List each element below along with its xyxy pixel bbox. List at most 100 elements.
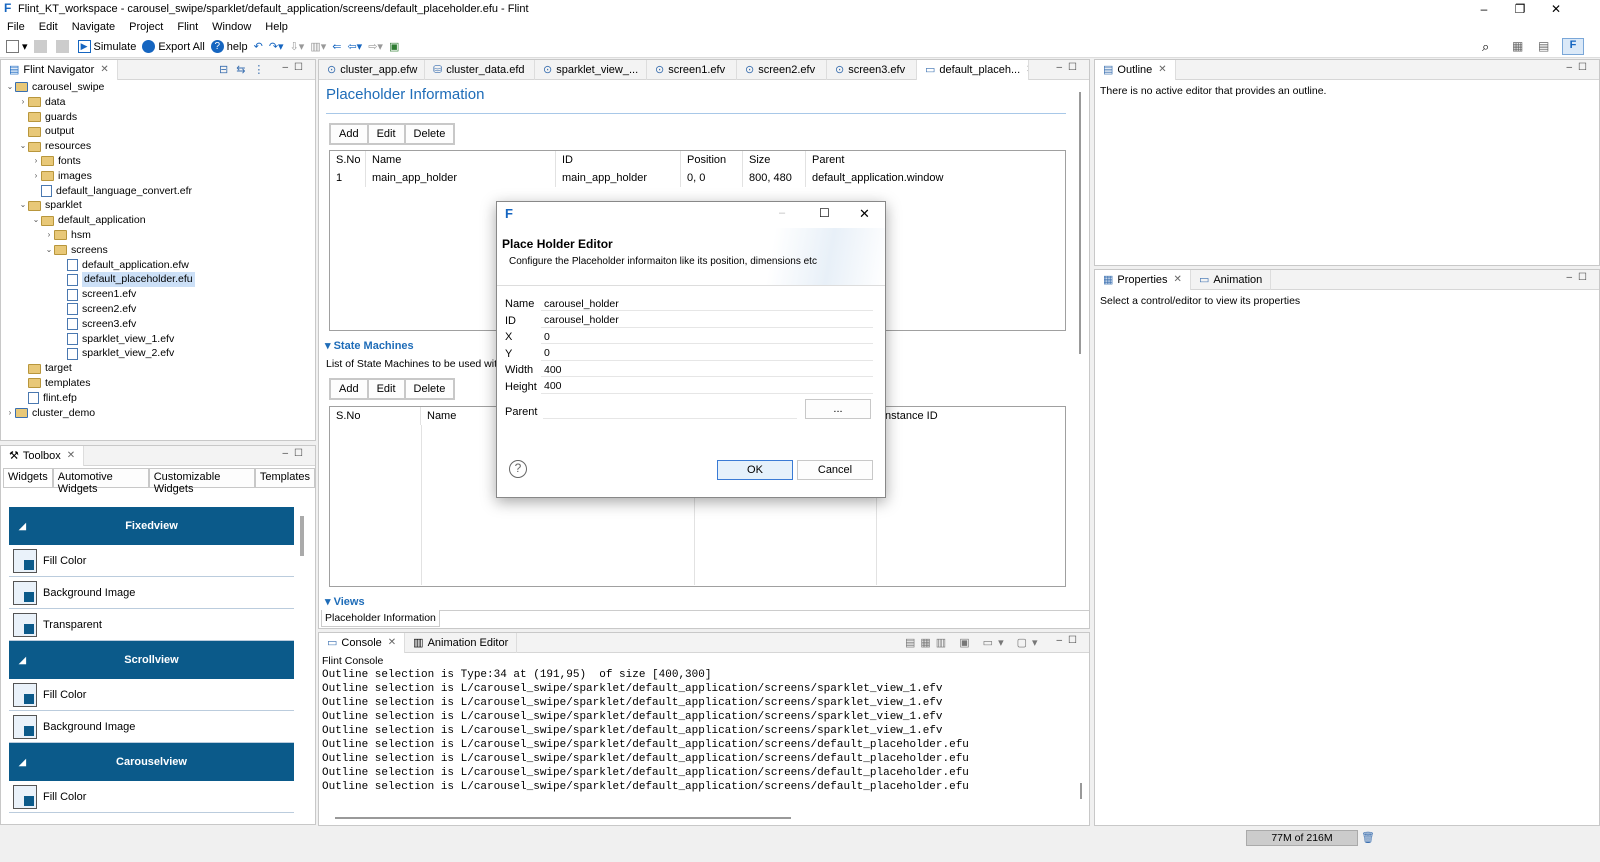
chevron-down-icon[interactable]: ⌄ [31,213,41,228]
state-machines-section[interactable]: ▾ State Machines [325,339,414,352]
toolbox-scrollbar[interactable] [300,516,304,556]
widget-group-header[interactable]: ◢ Fixedview [9,507,294,545]
back-icon[interactable]: ⇦▾ [347,40,362,53]
chevron-down-icon[interactable]: ⌄ [18,139,28,154]
trash-icon[interactable]: 🗑 [1361,831,1375,844]
tab-properties[interactable]: ▦ Properties ✕ [1095,269,1191,290]
tree-item[interactable]: sparklet_view_2.efv [1,346,315,361]
dialog-minimize-button[interactable]: – [779,207,785,219]
editor-tab[interactable]: ⊙ screen3.efv [827,59,917,80]
widget-item[interactable]: Fill Color [9,781,294,813]
tab-toolbox[interactable]: ⚒ Toolbox ✕ [1,445,85,466]
export-all-button[interactable]: Export All [142,40,205,53]
widget-group-header[interactable]: ◢ Scrollview [9,641,294,679]
close-icon[interactable]: ✕ [1158,64,1166,75]
tree-item[interactable]: templates [1,376,315,391]
chevron-right-icon[interactable]: › [18,95,28,110]
chevron-down-icon[interactable]: ⌄ [18,198,28,213]
perspective-icon[interactable]: ▦ [1512,39,1523,53]
open-perspective-icon[interactable]: ▣ [389,40,399,53]
maximize-button[interactable]: ❐ [1502,0,1538,18]
view-minmax[interactable]: –☐ [282,448,309,459]
id-field[interactable]: carousel_holder [541,313,873,328]
tree-item[interactable]: ⌄ carousel_swipe [1,80,315,95]
help-button[interactable]: ? help [210,40,248,53]
menu-flint[interactable]: Flint [170,21,205,33]
close-icon[interactable]: ✕ [1174,274,1182,285]
tab-animation-editor[interactable]: ▥ Animation Editor [405,632,518,653]
tree-item[interactable]: ⌄ resources [1,139,315,154]
tab-widgets[interactable]: Widgets [3,468,53,488]
views-section[interactable]: ▾ Views [325,595,365,608]
tab-templates[interactable]: Templates [254,468,315,488]
step-icon[interactable]: ⇩▾ [290,40,305,53]
tree-item[interactable]: default_placeholder.efu [1,272,315,288]
view-minmax[interactable]: –☐ [1056,635,1083,646]
widget-item[interactable]: Transparent [9,609,294,641]
editor-tab[interactable]: ⊙ screen2.efv [737,59,827,80]
tree-item[interactable]: screen3.efv [1,317,315,332]
widget-item[interactable]: Fill Color [9,679,294,711]
widget-item[interactable]: Fill Color [9,545,294,577]
tree-item[interactable]: › data [1,95,315,110]
tab-console[interactable]: ▭ Console ✕ [319,632,406,653]
table-row[interactable]: 1 main_app_holder main_app_holder 0, 0 8… [330,169,1065,187]
editor-tab[interactable]: ⊙ cluster_app.efw [319,59,425,80]
edit-button[interactable]: Edit [367,124,405,144]
prev-edit-icon[interactable]: ⇐ [332,40,341,53]
tree-item[interactable]: › hsm [1,228,315,243]
help-icon[interactable]: ? [509,460,527,478]
tree-item[interactable]: target [1,361,315,376]
close-icon[interactable]: ✕ [388,637,396,648]
sm-add-button[interactable]: Add [330,379,368,399]
close-icon[interactable]: ✕ [100,64,108,75]
close-icon[interactable]: ✕ [67,450,75,461]
console-hscrollbar[interactable] [335,817,791,819]
simulate-button[interactable]: ▶ Simulate [77,40,136,53]
minimize-button[interactable]: – [1466,0,1502,18]
view-minmax[interactable]: –☐ [1566,272,1593,283]
console-toolbar-icons[interactable]: ▤▦▥ ▣ ▭▾ ▢▾ [905,636,1043,649]
widget-group-header[interactable]: ◢ Carouselview [9,743,294,781]
tree-item[interactable]: › images [1,169,315,184]
sm-edit-button[interactable]: Edit [367,379,405,399]
height-field[interactable]: 400 [541,379,873,394]
redo-icon[interactable]: ↷▾ [269,40,284,53]
tree-item[interactable]: screen1.efv [1,287,315,302]
tree-item[interactable]: guards [1,110,315,125]
browse-parent-button[interactable]: ... [805,399,871,419]
menu-navigate[interactable]: Navigate [65,21,122,33]
y-field[interactable]: 0 [541,346,873,361]
dialog-close-button[interactable]: ✕ [859,206,870,222]
x-field[interactable]: 0 [541,330,873,345]
chevron-right-icon[interactable]: › [44,228,54,243]
chevron-right-icon[interactable]: › [31,154,41,169]
tree-item[interactable]: output [1,124,315,139]
tree-item[interactable]: default_application.efw [1,258,315,273]
parent-field[interactable] [543,405,797,419]
menu-file[interactable]: File [0,21,32,33]
console-vscrollbar[interactable] [1080,783,1082,799]
flint-perspective-icon[interactable]: F [1562,38,1584,55]
chevron-down-icon[interactable]: ⌄ [5,80,15,95]
chevron-right-icon[interactable]: › [31,169,41,184]
editor-tab[interactable]: ⊙ screen1.efv [647,59,737,80]
menu-edit[interactable]: Edit [32,21,65,33]
editor-tab[interactable]: ⊙ sparklet_view_... [535,59,647,80]
dialog-maximize-button[interactable]: ☐ [819,206,830,220]
cancel-button[interactable]: Cancel [797,460,873,480]
widget-item[interactable]: Background Image [9,577,294,609]
save-all-icon[interactable] [55,40,72,53]
chevron-down-icon[interactable]: ⌄ [44,243,54,258]
add-button[interactable]: Add [330,124,368,144]
width-field[interactable]: 400 [541,363,873,378]
chevron-right-icon[interactable]: › [5,406,15,421]
close-icon[interactable]: ✕ [1026,64,1028,75]
tab-navigator[interactable]: ▤ Flint Navigator ✕ [1,59,118,80]
ok-button[interactable]: OK [717,460,793,480]
widget-item[interactable]: Background Image [9,711,294,743]
forward-icon[interactable]: ⇨▾ [368,40,383,53]
menu-help[interactable]: Help [258,21,295,33]
view-minmax[interactable]: –☐ [1056,62,1083,73]
name-field[interactable]: carousel_holder [541,297,873,312]
